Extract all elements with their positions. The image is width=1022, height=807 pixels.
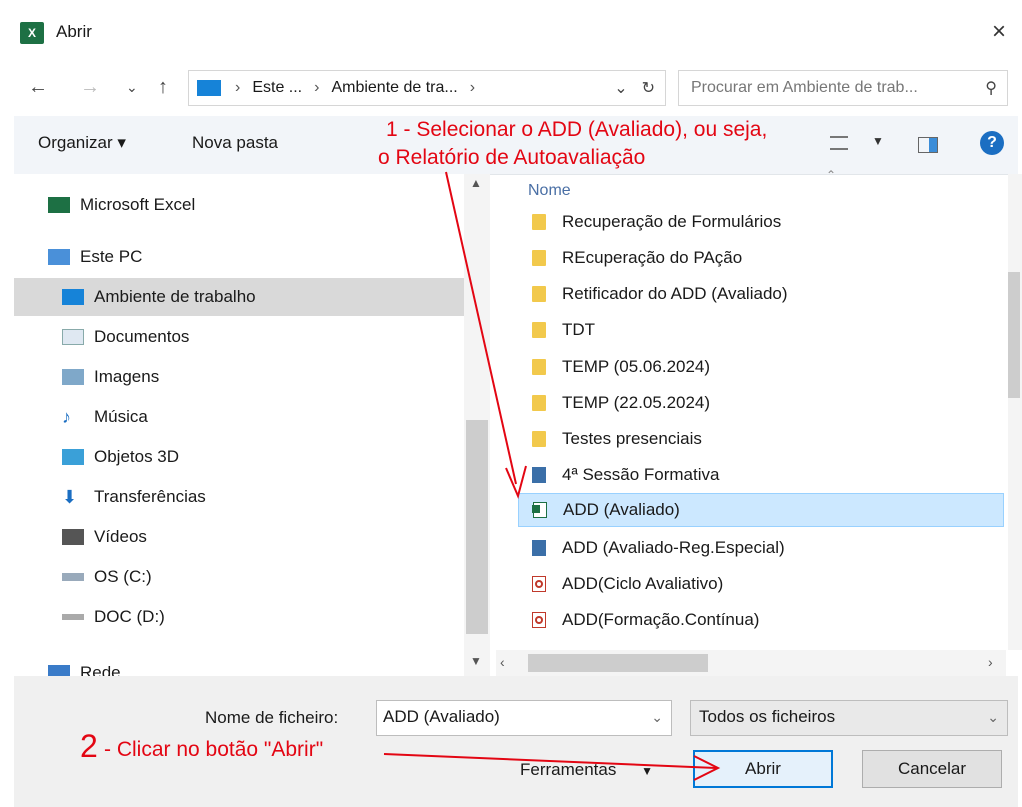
annotation-arrow-step1: [445, 171, 517, 485]
annotation-arrows: [383, 171, 721, 781]
annotation-arrow-step2: [383, 753, 717, 769]
